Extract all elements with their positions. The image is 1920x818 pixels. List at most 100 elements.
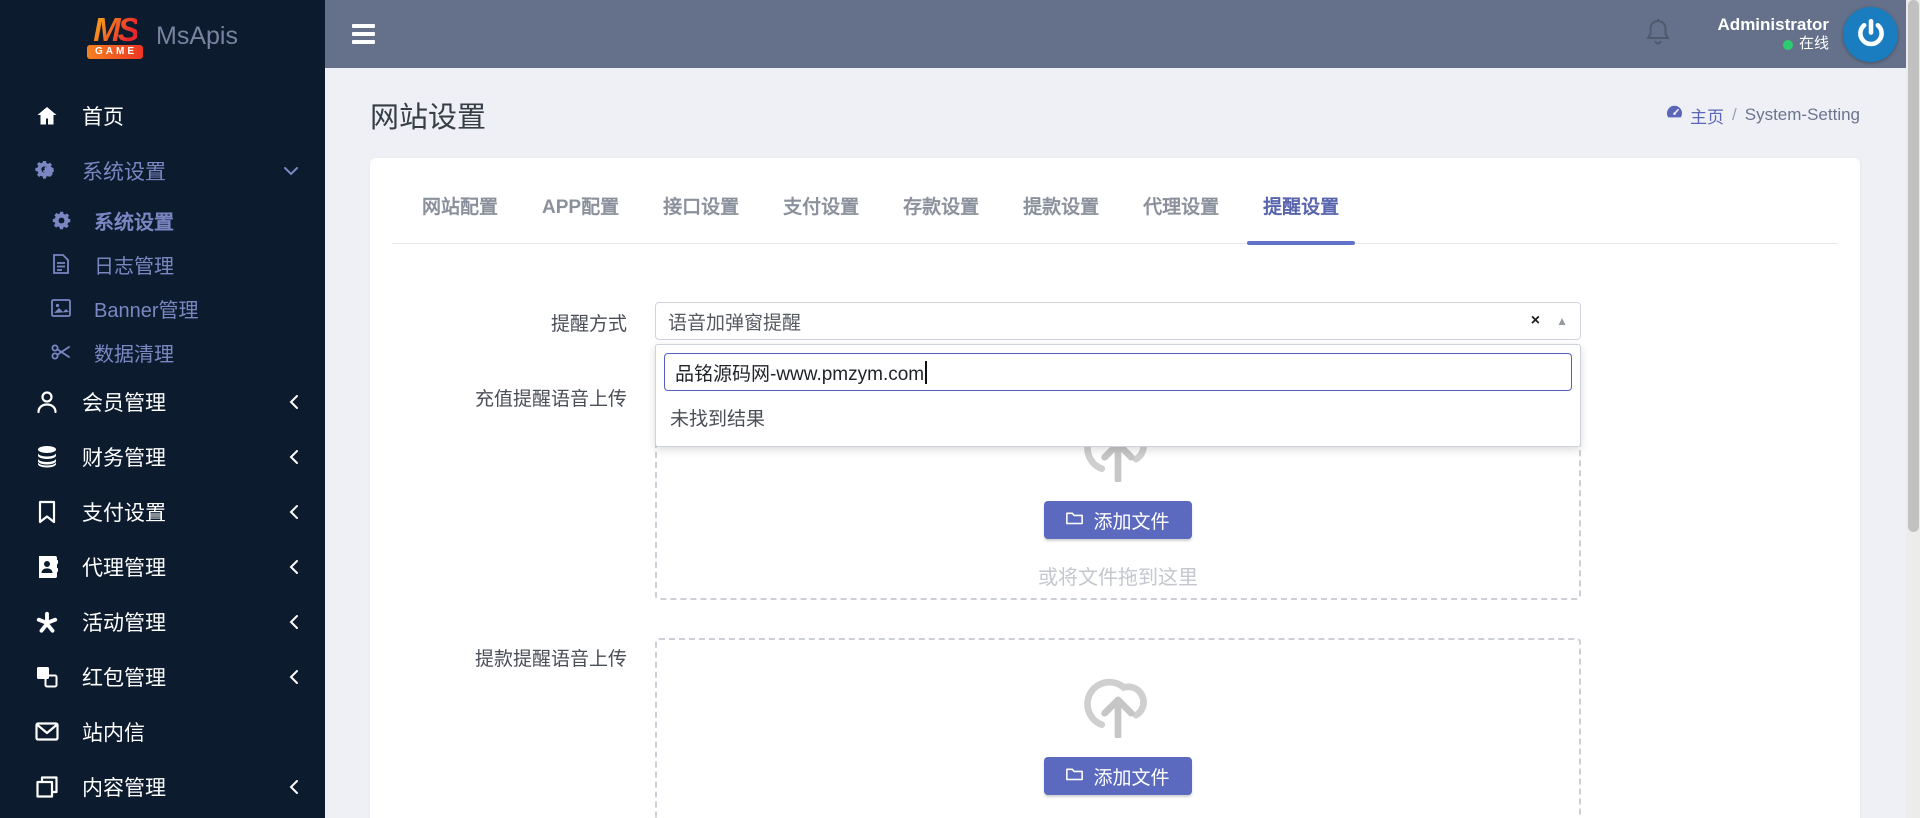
chevron-left-icon xyxy=(289,779,299,795)
home-icon xyxy=(34,104,60,128)
user-name: Administrator xyxy=(1717,15,1829,34)
settings-tabs: 网站配置 APP配置 接口设置 支付设置 存款设置 提款设置 代理设置 提醒设置 xyxy=(392,158,1838,245)
mail-icon xyxy=(34,722,60,741)
notification-bell-icon[interactable] xyxy=(1644,17,1672,52)
sidebar-item-label: 数据清理 xyxy=(94,343,174,366)
sidebar-subitem-log-management[interactable]: 日志管理 xyxy=(0,242,325,286)
tab-app-config[interactable]: APP配置 xyxy=(540,192,621,243)
sidebar-item-content-management[interactable]: 内容管理 xyxy=(0,759,325,814)
dropdown-search-input[interactable]: 品铭源码网-www.pmzym.com xyxy=(664,353,1572,391)
sidebar-item-label: 系统设置 xyxy=(94,211,174,234)
brand-logo[interactable]: MS GAME MsApis xyxy=(0,0,325,72)
withdraw-upload-label: 提款提醒语音上传 xyxy=(474,649,627,670)
database-icon xyxy=(34,445,60,469)
tab-withdraw-settings[interactable]: 提款设置 xyxy=(1021,192,1101,243)
sidebar-subitem-system-settings[interactable]: 系统设置 xyxy=(0,198,325,242)
chevron-down-icon xyxy=(283,166,299,176)
sidebar-menu: 首页 系统设置 系统设置 日志管理 Banner管理 数据清理 会员管理 财务管… xyxy=(0,72,325,814)
remind-method-row: 提醒方式 语音加弹窗提醒 × ▲ 品铭源码网-www.pmzym.com 未找到… xyxy=(392,302,1838,447)
add-file-button-label: 添加文件 xyxy=(1093,511,1170,533)
sidebar-item-system-settings[interactable]: 系统设置 xyxy=(0,143,325,198)
sidebar-item-label: 首页 xyxy=(82,105,124,129)
dropdown-no-results: 未找到结果 xyxy=(670,409,766,430)
add-file-button[interactable]: 添加文件 xyxy=(1044,501,1192,539)
scrollbar-track[interactable] xyxy=(1906,0,1920,818)
sidebar-subitem-banner-management[interactable]: Banner管理 xyxy=(0,286,325,330)
remind-method-value: 语音加弹窗提醒 xyxy=(668,312,802,334)
breadcrumb-home-link[interactable]: 主页 xyxy=(1665,103,1724,128)
chevron-left-icon xyxy=(289,394,299,410)
dropdown-search-value: 品铭源码网-www.pmzym.com xyxy=(675,363,925,385)
add-file-button[interactable]: 添加文件 xyxy=(1044,757,1192,795)
select-clear-icon[interactable]: × xyxy=(1527,312,1544,330)
online-status-label: 在线 xyxy=(1798,35,1829,53)
sidebar-item-label: 日志管理 xyxy=(94,255,174,278)
sidebar-item-agent-management[interactable]: 代理管理 xyxy=(0,539,325,594)
chevron-left-icon xyxy=(289,669,299,685)
main-content: 网站设置 主页 / System-Setting 网站配置 APP配置 接口设置 xyxy=(325,68,1920,818)
sidebar-item-label: 活动管理 xyxy=(82,611,166,635)
caret-up-icon[interactable]: ▲ xyxy=(1556,314,1568,328)
page-header: 网站设置 主页 / System-Setting xyxy=(325,68,1920,136)
topbar: Administrator 在线 xyxy=(325,0,1920,68)
activity-icon xyxy=(34,610,60,634)
gears-icon xyxy=(34,159,60,183)
ms-game-logo: MS GAME xyxy=(87,11,144,59)
chevron-left-icon xyxy=(289,449,299,465)
user-icon xyxy=(34,390,60,414)
scrollbar-thumb[interactable] xyxy=(1907,0,1919,532)
sidebar-item-home[interactable]: 首页 xyxy=(0,88,325,143)
breadcrumb-separator: / xyxy=(1732,105,1737,124)
chevron-left-icon xyxy=(289,504,299,520)
sidebar-item-finance-management[interactable]: 财务管理 xyxy=(0,429,325,484)
remind-method-select[interactable]: 语音加弹窗提醒 × ▲ xyxy=(655,302,1581,340)
breadcrumb-home-label: 主页 xyxy=(1690,107,1724,127)
page-title: 网站设置 xyxy=(370,102,487,134)
chevron-left-icon xyxy=(289,614,299,630)
sidebar-item-label: 财务管理 xyxy=(82,446,166,470)
breadcrumb-current: System-Setting xyxy=(1744,105,1860,124)
remind-method-label: 提醒方式 xyxy=(550,314,627,335)
sidebar-item-label: Banner管理 xyxy=(94,299,199,322)
tab-reminder-settings[interactable]: 提醒设置 xyxy=(1247,192,1356,245)
gear-icon xyxy=(48,211,74,230)
add-file-button-label: 添加文件 xyxy=(1093,767,1170,789)
address-book-icon xyxy=(34,555,60,579)
sidebar-item-payment-settings[interactable]: 支付设置 xyxy=(0,484,325,539)
settings-card: 网站配置 APP配置 接口设置 支付设置 存款设置 提款设置 代理设置 提醒设置… xyxy=(370,158,1860,818)
bookmark-icon xyxy=(34,500,60,524)
tab-deposit-settings[interactable]: 存款设置 xyxy=(901,192,981,243)
sidebar-item-red-packet-management[interactable]: 红包管理 xyxy=(0,649,325,704)
sidebar-item-label: 内容管理 xyxy=(82,776,166,800)
scissors-icon xyxy=(48,343,74,361)
sidebar-item-label: 代理管理 xyxy=(82,556,166,580)
tab-agent-settings[interactable]: 代理设置 xyxy=(1141,192,1221,243)
withdraw-upload-dropzone[interactable]: 添加文件 xyxy=(655,638,1581,818)
tab-payment-settings[interactable]: 支付设置 xyxy=(781,192,861,243)
cloud-upload-icon xyxy=(1070,656,1166,743)
tab-website-config[interactable]: 网站配置 xyxy=(420,192,500,243)
sidebar-item-label: 红包管理 xyxy=(82,666,166,690)
sidebar-item-label: 支付设置 xyxy=(82,501,166,525)
logo-game-text: GAME xyxy=(87,45,144,59)
sidebar-item-member-management[interactable]: 会员管理 xyxy=(0,374,325,429)
logo-ms-text: MS xyxy=(93,11,139,48)
tab-api-settings[interactable]: 接口设置 xyxy=(661,192,741,243)
user-status: 在线 xyxy=(1718,35,1829,54)
reminder-settings-form: 提醒方式 语音加弹窗提醒 × ▲ 品铭源码网-www.pmzym.com 未找到… xyxy=(392,302,1838,818)
sidebar-item-site-mail[interactable]: 站内信 xyxy=(0,704,325,759)
red-packet-icon xyxy=(34,666,60,688)
online-status-dot xyxy=(1782,39,1793,50)
avatar[interactable] xyxy=(1843,6,1898,62)
content-icon xyxy=(34,775,60,798)
chevron-left-icon xyxy=(289,559,299,575)
sidebar-item-activity-management[interactable]: 活动管理 xyxy=(0,594,325,649)
sidebar-item-label: 系统设置 xyxy=(82,160,166,184)
sidebar-subitem-data-cleanup[interactable]: 数据清理 xyxy=(0,330,325,374)
sidebar-item-label: 站内信 xyxy=(82,721,145,745)
select-dropdown-panel: 品铭源码网-www.pmzym.com 未找到结果 xyxy=(655,344,1581,447)
sidebar-item-label: 会员管理 xyxy=(82,391,166,415)
sidebar-toggle-button[interactable] xyxy=(352,20,375,48)
image-icon xyxy=(48,299,74,317)
text-cursor xyxy=(925,360,928,384)
